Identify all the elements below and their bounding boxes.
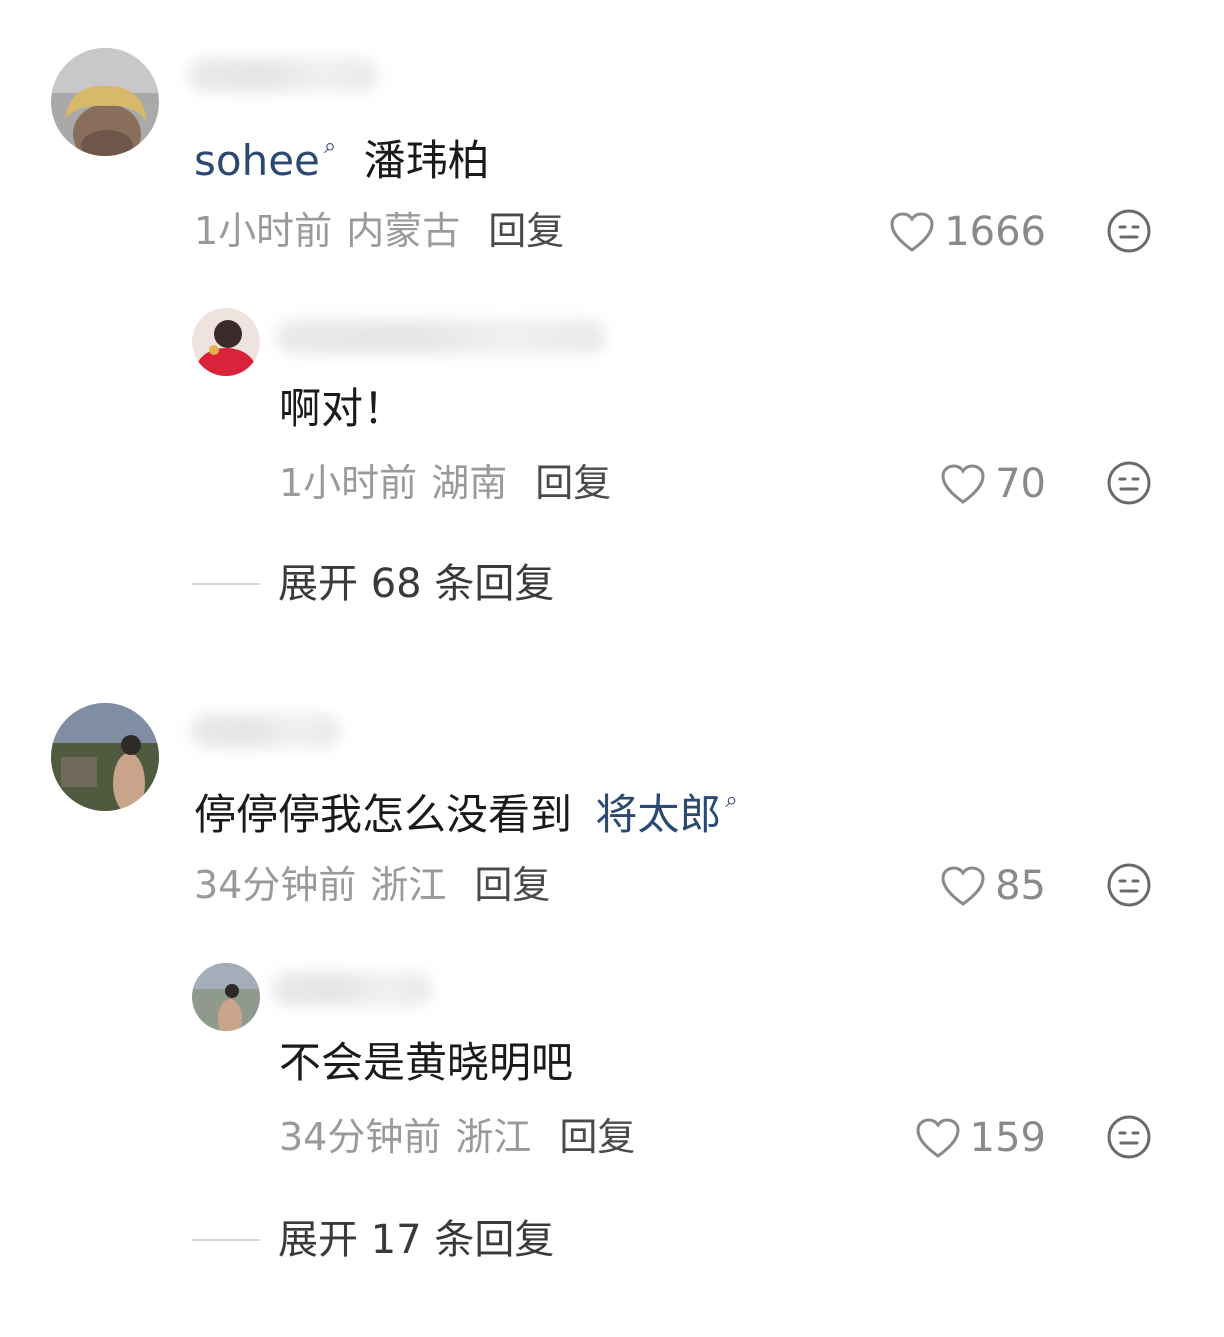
mention-link[interactable]: 将太郎 ⌕ xyxy=(595,790,737,839)
timestamp: 34分钟前 xyxy=(279,1115,442,1159)
heart-outline-icon xyxy=(941,866,985,906)
like-count: 159 xyxy=(969,1115,1046,1161)
heart-outline-icon xyxy=(916,1118,960,1158)
expand-replies-label: 展开 17 条回复 xyxy=(278,1217,555,1263)
reply-text: 不会是黄晓明吧 xyxy=(279,1038,574,1087)
like-button[interactable]: 85 xyxy=(939,864,1046,908)
blurred-username xyxy=(272,972,432,1006)
expand-replies-button[interactable]: 展开 17 条回复 xyxy=(192,1220,554,1260)
divider xyxy=(192,1239,260,1241)
reply-meta: 34分钟前 浙江 回复 xyxy=(279,1118,635,1156)
like-button[interactable]: 159 xyxy=(914,1116,1046,1160)
location: 浙江 xyxy=(455,1115,532,1159)
neutral-face-icon[interactable] xyxy=(1106,862,1152,908)
reply-button[interactable]: 回复 xyxy=(559,1115,635,1159)
avatar[interactable] xyxy=(192,963,260,1031)
comment-text: 停停停我怎么没看到 将太郎 ⌕ xyxy=(194,788,738,839)
search-icon: ⌕ xyxy=(725,788,738,813)
like-count: 85 xyxy=(995,863,1046,909)
blurred-username xyxy=(190,714,340,748)
reply-button[interactable]: 回复 xyxy=(474,863,550,907)
neutral-face-icon[interactable] xyxy=(1106,1114,1152,1160)
avatar[interactable] xyxy=(51,703,159,811)
location: 浙江 xyxy=(370,863,447,907)
comment-item: 停停停我怎么没看到 将太郎 ⌕ 34分钟前 浙江 回复 85 不会是黄晓明吧 34分钟… xyxy=(0,0,1224,1337)
timestamp: 34分钟前 xyxy=(194,863,357,907)
comment-meta: 34分钟前 浙江 回复 xyxy=(194,866,550,904)
